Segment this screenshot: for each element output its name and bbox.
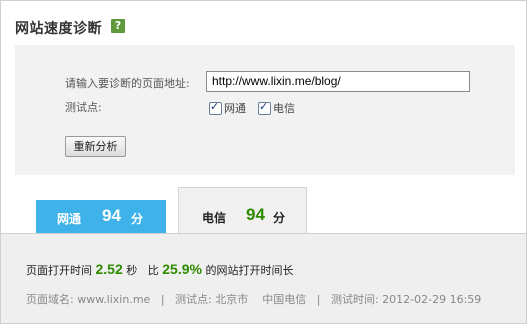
result-panel: 页面打开时间 2.52 秒 比 25.9% 的网站打开时间长 页面域名: www… (1, 234, 526, 323)
tab-score: 94 (246, 205, 265, 224)
load-time-prefix: 页面打开时间 (26, 264, 92, 277)
meta-domain: 页面域名: www.lixin.me (26, 293, 151, 306)
check-icon: ✓ (259, 100, 269, 113)
compare-suffix: 的网站打开时间长 (205, 264, 294, 277)
tab-score-unit: 分 (273, 211, 286, 225)
tab-wangtong[interactable]: 网通 94 分 (36, 200, 166, 234)
test-meta: 页面域名: www.lixin.me | 测试点: 北京市 中国电信 | 测试时… (26, 291, 481, 307)
checkbox-dianxin[interactable]: ✓ (258, 100, 271, 115)
question-mark-icon[interactable]: ? (111, 19, 125, 33)
compare-prefix: 比 (147, 264, 159, 277)
load-time-value: 2.52 (95, 261, 123, 277)
tab-name: 电信 (202, 211, 227, 225)
url-input[interactable]: http://www.lixin.me/blog/ (206, 71, 470, 92)
meta-separator: | (160, 293, 165, 306)
load-time-unit: 秒 (126, 264, 138, 277)
compare-value: 25.9% (162, 261, 202, 277)
meta-isp: 中国电信 (262, 293, 307, 306)
meta-test-time: 测试时间: 2012-02-29 16:59 (330, 293, 482, 306)
load-time-summary: 页面打开时间 2.52 秒 比 25.9% 的网站打开时间长 (26, 261, 293, 278)
check-icon: ✓ (210, 100, 220, 113)
test-points-label: 测试点: (65, 101, 102, 114)
url-label: 请输入要诊断的页面地址: (65, 77, 190, 90)
checkbox-dianxin-label: 电信 (273, 102, 295, 115)
tab-name: 网通 (57, 212, 82, 226)
tab-score: 94 (102, 206, 121, 225)
checkbox-wangtong-label: 网通 (224, 102, 246, 115)
meta-test-point: 测试点: 北京市 (175, 293, 249, 306)
meta-separator: | (316, 293, 321, 306)
tab-dianxin[interactable]: 电信 94 分 (178, 187, 307, 234)
reanalyze-button[interactable]: 重新分析 (65, 136, 126, 157)
checkbox-wangtong[interactable]: ✓ (209, 100, 222, 115)
page-title: 网站速度诊断 (15, 21, 102, 37)
tab-score-unit: 分 (131, 212, 144, 226)
speed-diagnosis-panel: 网站速度诊断 ? 请输入要诊断的页面地址: http://www.lixin.m… (0, 0, 527, 324)
